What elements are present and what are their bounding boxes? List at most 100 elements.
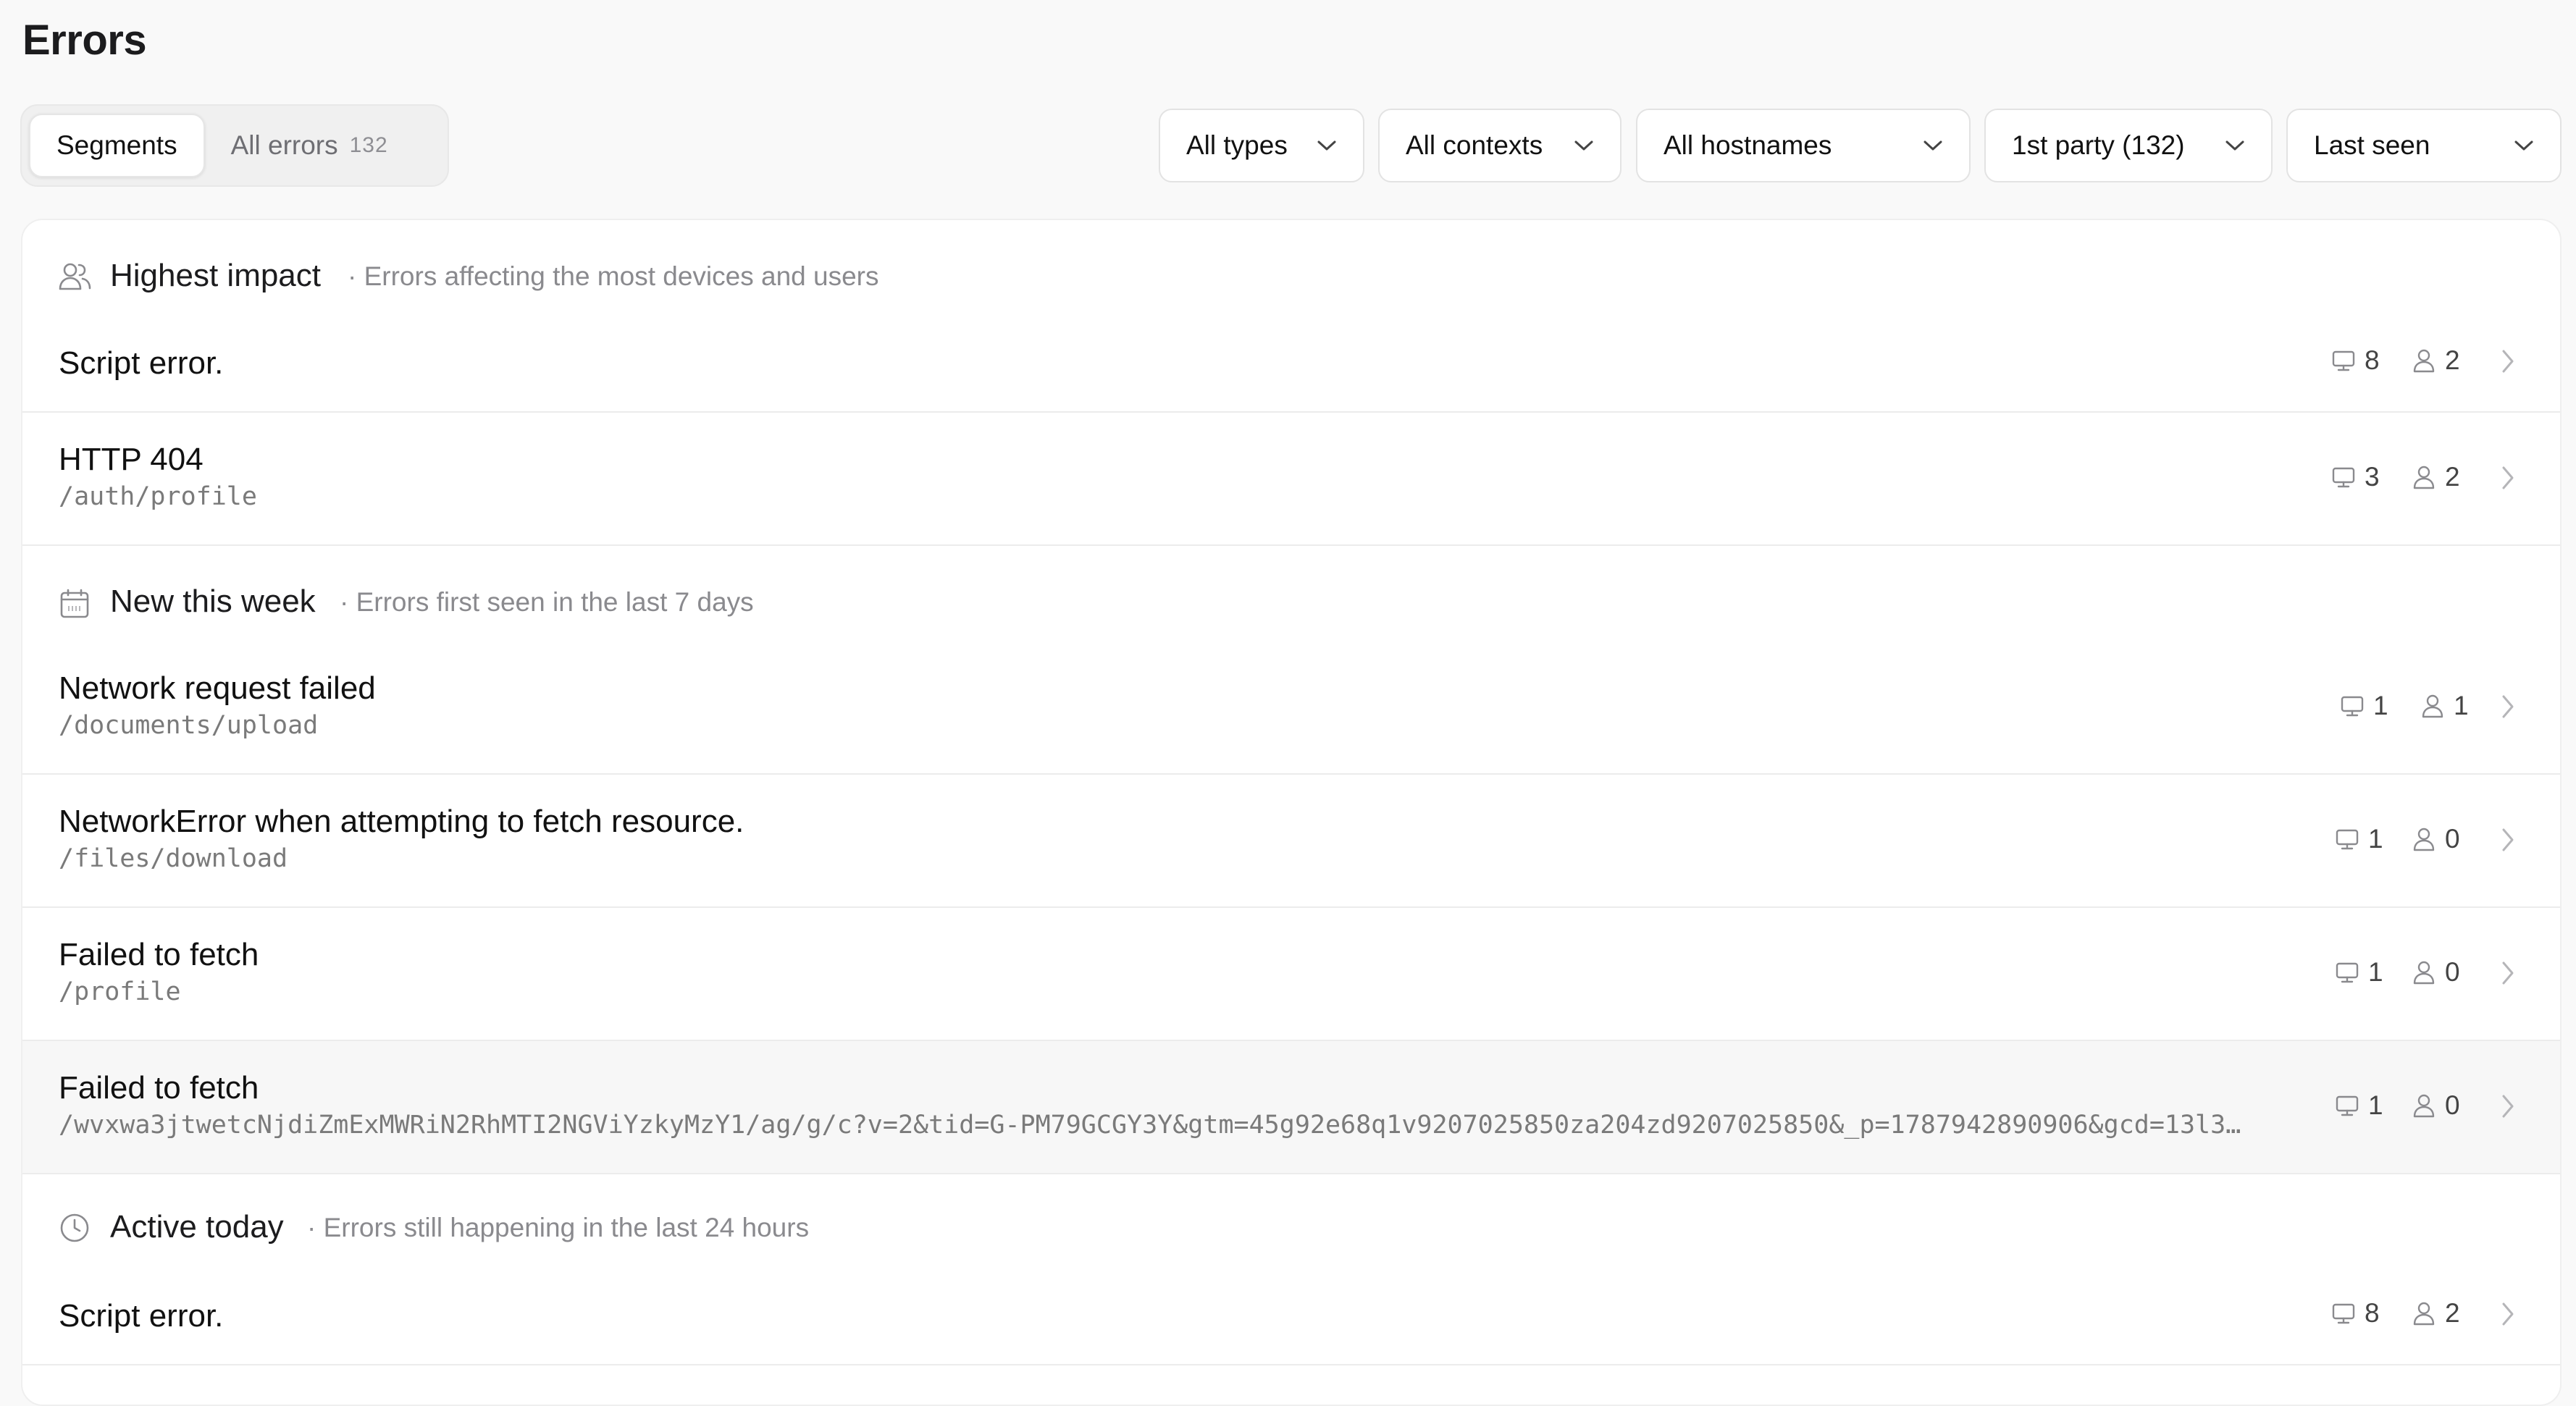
error-path: /files/download bbox=[59, 844, 288, 873]
error-title: Script error. bbox=[59, 1298, 224, 1334]
error-row[interactable]: Failed to fetch /wvxwa3jtwetcNjdiZmExMWR… bbox=[22, 1041, 2560, 1174]
clock-icon bbox=[59, 1212, 91, 1247]
users-value: 0 bbox=[2445, 824, 2460, 854]
error-row[interactable]: NetworkError when attempting to fetch re… bbox=[22, 775, 2560, 908]
chevron-right-icon bbox=[2500, 694, 2516, 723]
users-value: 1 bbox=[2454, 691, 2469, 720]
error-row[interactable]: Failed to fetch /profile 1 0 bbox=[22, 908, 2560, 1041]
error-path: /auth/profile bbox=[59, 482, 257, 511]
chevron-right-icon bbox=[2500, 348, 2516, 378]
chevron-down-icon bbox=[2225, 139, 2245, 152]
error-row[interactable]: Script error. 8 2 bbox=[22, 313, 2560, 413]
chevron-down-icon bbox=[1923, 139, 1943, 152]
users-icon bbox=[59, 261, 92, 295]
monitor-icon bbox=[2331, 1301, 2365, 1326]
devices-value: 1 bbox=[2368, 957, 2383, 987]
errors-segments-card: Highest impact · Errors affecting the mo… bbox=[21, 219, 2562, 1406]
tab-all-errors[interactable]: All errors 132 bbox=[205, 114, 414, 177]
tab-all-errors-count: 132 bbox=[349, 133, 388, 157]
error-row[interactable]: Script error. 8 2 bbox=[22, 1266, 2560, 1365]
section-subtitle: · Errors affecting the most devices and … bbox=[348, 261, 879, 291]
users-value: 2 bbox=[2445, 462, 2460, 492]
devices-value: 1 bbox=[2368, 824, 2383, 854]
monitor-icon bbox=[2335, 1093, 2368, 1118]
users-count: 2 bbox=[2412, 1298, 2460, 1329]
tab-all-errors-label: All errors bbox=[230, 130, 338, 160]
user-icon bbox=[2420, 693, 2454, 719]
chevron-right-icon bbox=[2500, 1301, 2516, 1331]
monitor-icon bbox=[2331, 348, 2365, 373]
type-filter-label: All types bbox=[1186, 130, 1288, 160]
devices-count: 1 bbox=[2335, 957, 2383, 988]
error-title: Network request failed bbox=[59, 670, 376, 706]
chevron-right-icon bbox=[2500, 465, 2516, 494]
error-title: Script error. bbox=[59, 345, 224, 381]
party-filter-label: 1st party (132) bbox=[2012, 130, 2185, 160]
devices-count: 1 bbox=[2335, 824, 2383, 854]
chevron-right-icon bbox=[2500, 827, 2516, 856]
hostname-filter-label: All hostnames bbox=[1664, 130, 1832, 160]
monitor-icon bbox=[2335, 960, 2368, 985]
users-count: 2 bbox=[2412, 345, 2460, 376]
user-icon bbox=[2412, 826, 2445, 852]
section-subtitle: · Errors still happening in the last 24 … bbox=[307, 1213, 810, 1242]
user-icon bbox=[2412, 959, 2445, 985]
error-path: /wvxwa3jtwetcNjdiZmExMWRiN2RhMTI2NGViYzk… bbox=[59, 1111, 2241, 1140]
user-icon bbox=[2412, 348, 2445, 374]
users-count: 0 bbox=[2412, 824, 2460, 854]
tab-segments-label: Segments bbox=[56, 130, 177, 160]
user-icon bbox=[2412, 1093, 2445, 1119]
type-filter-select[interactable]: All types bbox=[1159, 109, 1364, 182]
devices-value: 1 bbox=[2373, 691, 2388, 720]
devices-count: 1 bbox=[2335, 1090, 2383, 1121]
chevron-down-icon bbox=[1574, 139, 1594, 152]
users-value: 2 bbox=[2445, 345, 2460, 375]
error-title: Failed to fetch bbox=[59, 937, 259, 972]
users-count: 1 bbox=[2420, 691, 2469, 721]
tab-segments[interactable]: Segments bbox=[29, 114, 205, 177]
chevron-right-icon bbox=[2500, 960, 2516, 990]
devices-count: 8 bbox=[2331, 345, 2380, 376]
error-path: /documents/upload bbox=[59, 711, 319, 740]
devices-count: 3 bbox=[2331, 462, 2380, 492]
error-path: /profile bbox=[59, 977, 181, 1006]
sort-label: Last seen bbox=[2314, 130, 2430, 160]
calendar-icon bbox=[59, 588, 91, 623]
party-filter-select[interactable]: 1st party (132) bbox=[1984, 109, 2273, 182]
monitor-icon bbox=[2340, 694, 2373, 718]
users-value: 0 bbox=[2445, 957, 2460, 987]
users-value: 0 bbox=[2445, 1090, 2460, 1120]
sort-select[interactable]: Last seen bbox=[2286, 109, 2562, 182]
error-title: HTTP 404 bbox=[59, 442, 204, 477]
hostname-filter-select[interactable]: All hostnames bbox=[1636, 109, 1971, 182]
users-count: 0 bbox=[2412, 957, 2460, 988]
users-value: 2 bbox=[2445, 1298, 2460, 1328]
view-switcher: Segments All errors 132 bbox=[20, 104, 449, 187]
users-count: 0 bbox=[2412, 1090, 2460, 1121]
error-row[interactable]: HTTP 404 /auth/profile 3 2 bbox=[22, 413, 2560, 546]
section-title: Highest impact bbox=[110, 258, 322, 293]
devices-value: 8 bbox=[2365, 345, 2380, 375]
section-title: Active today bbox=[110, 1209, 284, 1245]
chevron-down-icon bbox=[1317, 139, 1337, 152]
page-title: Errors bbox=[22, 17, 147, 64]
section-subtitle: · Errors first seen in the last 7 days bbox=[340, 587, 754, 617]
devices-count: 8 bbox=[2331, 1298, 2380, 1329]
devices-value: 3 bbox=[2365, 462, 2380, 492]
error-title: NetworkError when attempting to fetch re… bbox=[59, 804, 744, 839]
chevron-down-icon bbox=[2514, 139, 2534, 152]
chevron-right-icon bbox=[2500, 1093, 2516, 1123]
user-icon bbox=[2412, 1300, 2445, 1326]
context-filter-select[interactable]: All contexts bbox=[1378, 109, 1621, 182]
error-title: Failed to fetch bbox=[59, 1070, 259, 1106]
devices-count: 1 bbox=[2340, 691, 2388, 721]
users-count: 2 bbox=[2412, 462, 2460, 492]
devices-value: 1 bbox=[2368, 1090, 2383, 1120]
section-title: New this week bbox=[110, 584, 316, 619]
user-icon bbox=[2412, 464, 2445, 490]
devices-value: 8 bbox=[2365, 1298, 2380, 1328]
monitor-icon bbox=[2331, 465, 2365, 489]
monitor-icon bbox=[2335, 827, 2368, 851]
context-filter-label: All contexts bbox=[1406, 130, 1543, 160]
error-row[interactable]: Network request failed /documents/upload… bbox=[22, 641, 2560, 775]
